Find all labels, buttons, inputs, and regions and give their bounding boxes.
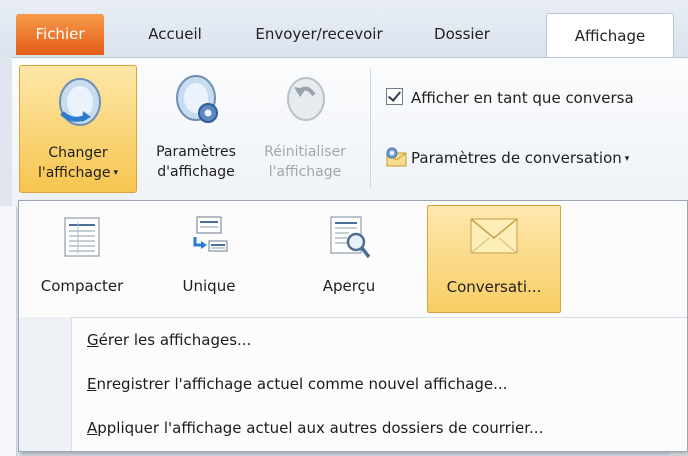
checkbox-checked-icon[interactable] <box>386 88 403 105</box>
dropdown-caret-icon: ▾ <box>113 168 119 178</box>
single-view-icon <box>189 215 229 263</box>
gallery-item-label: Unique <box>182 277 236 295</box>
change-view-button[interactable]: Changer l'affichage ▾ <box>19 65 137 193</box>
view-gallery: Compacter Unique Aperçu Conversati... <box>19 201 687 318</box>
change-view-icon <box>53 73 105 136</box>
menu-item-manage-views[interactable]: Gérer les affichages... <box>87 331 251 349</box>
menu-item-apply-current-view[interactable]: Appliquer l'affichage actuel aux autres … <box>87 419 543 437</box>
view-settings-label-2: d'affichage <box>157 164 235 180</box>
ribbon-tab-bar: Fichier Accueil Envoyer/recevoir Dossier… <box>0 0 688 60</box>
conversation-settings-icon <box>384 146 408 172</box>
background-pane-left <box>0 206 17 456</box>
tab-file[interactable]: Fichier <box>16 14 104 55</box>
reset-view-label-2: l'affichage <box>268 164 342 180</box>
envelope-icon <box>470 218 518 258</box>
reset-view-label-1: Réinitialiser <box>264 144 346 160</box>
menu-icon-gutter <box>19 317 72 451</box>
conversation-settings-button[interactable]: Paramètres de conversation ▾ <box>384 146 629 172</box>
view-settings-button[interactable]: Paramètres d'affichage <box>140 65 252 191</box>
gallery-item-conversation[interactable]: Conversati... <box>427 205 561 313</box>
change-view-label-2: l'affichage <box>37 165 111 181</box>
gallery-item-compact[interactable]: Compacter <box>25 205 139 311</box>
gallery-item-label: Conversati... <box>446 278 542 296</box>
tab-folder[interactable]: Dossier <box>408 12 516 57</box>
menu-item-save-current-view[interactable]: Enregistrer l'affichage actuel comme nou… <box>87 375 507 393</box>
ribbon-separator <box>370 68 371 188</box>
gallery-item-label: Aperçu <box>322 277 376 295</box>
show-as-conversations-checkbox[interactable]: Afficher en tant que conversa <box>386 88 634 107</box>
change-view-label-1: Changer <box>48 145 108 161</box>
change-view-dropdown-menu: Compacter Unique Aperçu Conversati... Gé… <box>18 200 688 452</box>
accelerator-key: G <box>87 331 99 349</box>
gallery-item-label: Compacter <box>40 277 124 295</box>
menu-item-label: érer les affichages... <box>98 331 252 349</box>
show-as-conversations-label: Afficher en tant que conversa <box>411 89 634 107</box>
view-settings-label-1: Paramètres <box>156 144 236 160</box>
ribbon-panel: Changer l'affichage ▾ Paramètres d'affich… <box>12 57 688 208</box>
change-view-label-2-wrap: l'affichage ▾ <box>20 164 136 182</box>
menu-item-label: ppliquer l'affichage actuel aux autres d… <box>97 419 544 437</box>
preview-view-icon <box>329 215 371 265</box>
tab-home[interactable]: Accueil <box>130 12 220 57</box>
reset-view-icon <box>282 73 330 132</box>
reset-view-button[interactable]: Réinitialiser l'affichage <box>252 65 358 191</box>
conversation-settings-label: Paramètres de conversation <box>411 149 622 167</box>
view-settings-icon <box>172 71 224 134</box>
tab-send-receive[interactable]: Envoyer/recevoir <box>238 12 400 57</box>
compact-view-icon <box>64 217 100 261</box>
gallery-item-single[interactable]: Unique <box>159 205 259 311</box>
tab-view[interactable]: Affichage <box>546 13 674 60</box>
gallery-item-preview[interactable]: Aperçu <box>299 205 399 311</box>
accelerator-key: A <box>87 419 98 437</box>
dropdown-caret-icon: ▾ <box>624 154 630 164</box>
menu-item-label: nregistrer l'affichage actuel comme nouv… <box>96 375 508 393</box>
